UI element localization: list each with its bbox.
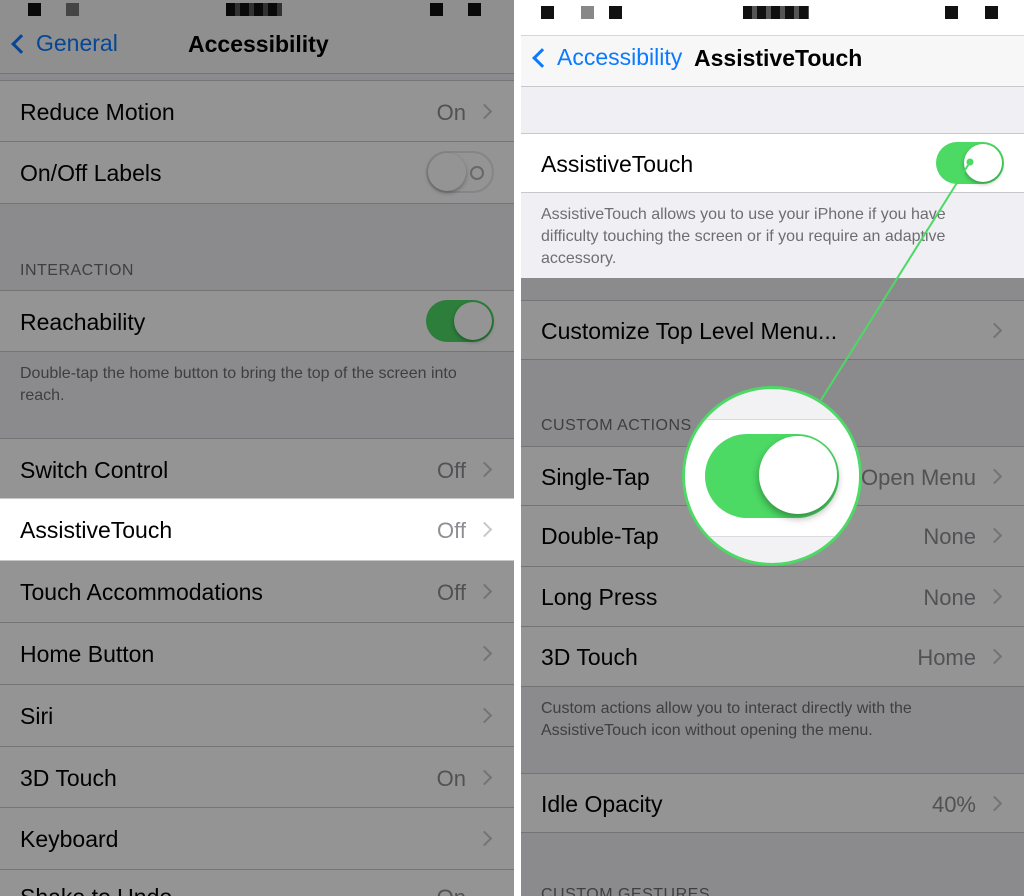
dim-overlay <box>0 0 514 498</box>
status-icon <box>541 6 554 19</box>
toggle-magnifier-callout <box>682 386 862 566</box>
chevron-left-icon <box>532 47 552 68</box>
status-icon <box>609 6 622 19</box>
status-icon <box>581 6 594 19</box>
assistivetouch-toggle[interactable] <box>936 142 1004 184</box>
status-time <box>743 6 809 19</box>
row-label: AssistiveTouch <box>20 517 173 543</box>
panel-divider <box>514 0 521 896</box>
row-value: Off <box>437 518 466 543</box>
navigation-bar: Accessibility AssistiveTouch <box>521 35 1024 87</box>
dim-overlay <box>0 561 514 896</box>
battery-icon <box>985 6 998 19</box>
back-label: Accessibility <box>557 44 683 70</box>
status-icon <box>945 6 958 19</box>
chevron-right-icon <box>476 521 493 538</box>
magnified-toggle <box>705 434 839 518</box>
back-button[interactable]: Accessibility <box>532 44 683 71</box>
row-assistivetouch[interactable]: AssistiveTouch Off <box>0 499 514 561</box>
row-label: AssistiveTouch <box>541 151 694 177</box>
accessibility-screen: General Accessibility Reduce Motion On O… <box>0 0 514 896</box>
dim-overlay <box>521 278 1024 896</box>
magnified-toggle-knob <box>759 436 837 514</box>
page-title: AssistiveTouch <box>694 45 863 71</box>
assistivetouch-footer: AssistiveTouch allows you to use your iP… <box>541 206 946 267</box>
row-assistivetouch-toggle: AssistiveTouch <box>521 133 1024 193</box>
toggle-knob <box>964 144 1002 182</box>
status-bar <box>521 0 1024 35</box>
